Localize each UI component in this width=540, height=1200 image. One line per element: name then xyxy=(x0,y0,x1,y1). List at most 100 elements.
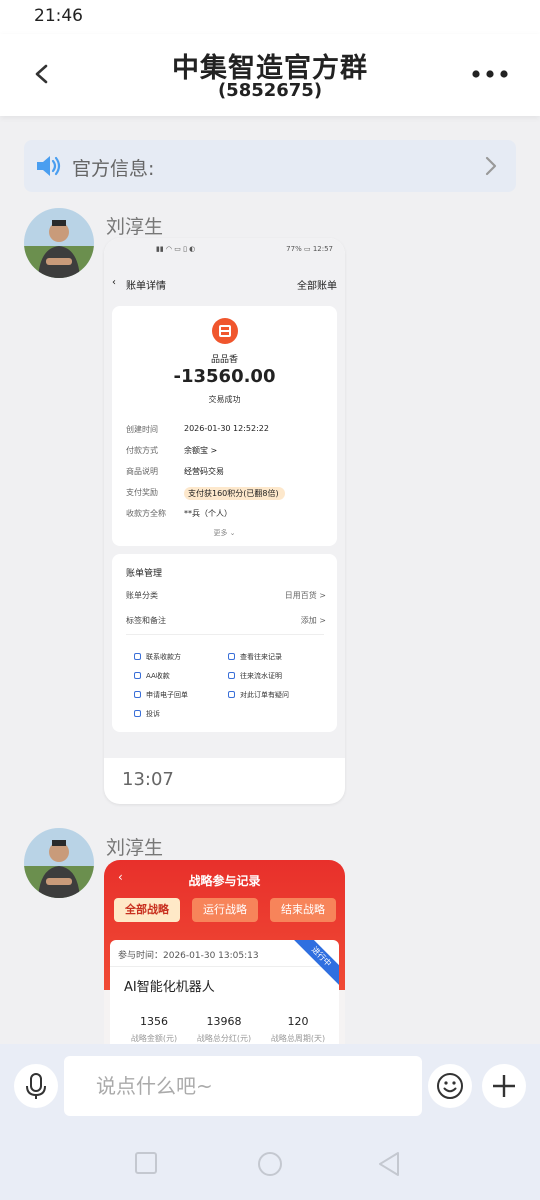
stat-label: 战略金额(元) xyxy=(130,1034,178,1043)
merchant-logo-icon xyxy=(212,318,238,344)
strategy-title: 战略参与记录 xyxy=(188,874,261,888)
row-label: 商品说明 xyxy=(126,467,158,476)
strategy-screenshot[interactable]: ‹ 战略参与记录 全部战略 运行战略 结束战略 参与时间：2026-01-30 … xyxy=(104,860,345,1050)
avatar[interactable] xyxy=(24,828,94,898)
status-bar: 21:46 xyxy=(0,0,540,34)
action-item: 查看往来记录 xyxy=(228,652,282,662)
message-input[interactable] xyxy=(64,1056,422,1116)
voice-button[interactable] xyxy=(14,1064,58,1108)
stat-label: 战略总周期(天) xyxy=(270,1034,326,1043)
plus-icon xyxy=(493,1075,515,1097)
avatar[interactable] xyxy=(24,208,94,278)
smiley-icon xyxy=(437,1073,463,1099)
message-time: 13:07 xyxy=(122,769,174,790)
row-value: 添加 > xyxy=(300,616,326,625)
chevron-right-icon xyxy=(484,154,498,182)
tab-all: 全部战略 xyxy=(114,898,180,922)
screenshot-time: 12:57 xyxy=(312,245,333,253)
manage-title: 账单管理 xyxy=(126,569,163,579)
action-label: 查看往来记录 xyxy=(240,653,282,661)
action-item: 联系收款方 xyxy=(134,652,181,662)
payment-screenshot[interactable]: ▮▮ ◠ ▭ ▯ ◐ 77% ▭ 12:57 ‹ 账单详情 全部账单 品品香 -… xyxy=(104,238,345,758)
divider xyxy=(110,966,339,967)
row-value: 2026-01-30 12:52:22 xyxy=(184,424,269,433)
stat-value: 120 xyxy=(287,1015,309,1028)
more-dots-icon xyxy=(472,70,508,78)
action-label: 申请电子回单 xyxy=(146,691,188,699)
microphone-icon xyxy=(26,1073,46,1099)
bill-amount: -13560.00 xyxy=(173,366,276,387)
official-notice-bar[interactable]: 官方信息: xyxy=(24,140,516,192)
add-button[interactable] xyxy=(482,1064,526,1108)
bill-row: 付款方式 余额宝 > xyxy=(126,445,217,456)
bill-status: 交易成功 xyxy=(208,395,241,404)
tab-ended: 结束战略 xyxy=(270,898,336,922)
manage-row: 账单分类 日用百货 > xyxy=(126,590,326,601)
action-label: 联系收款方 xyxy=(146,653,181,661)
chat-header: 中集智造官方群 (5852675) xyxy=(0,34,540,116)
more-button[interactable] xyxy=(468,62,512,86)
row-label: 账单分类 xyxy=(126,591,158,600)
bill-row: 收款方全称 **兵（个人） xyxy=(126,508,232,519)
divider xyxy=(126,634,324,635)
home-button[interactable] xyxy=(256,1150,284,1182)
notice-label: 官方信息: xyxy=(72,158,155,180)
group-id: (5852675) xyxy=(217,80,323,101)
chevron-left-icon: ‹ xyxy=(112,277,116,288)
row-label: 标签和备注 xyxy=(126,616,166,625)
action-label: 投诉 xyxy=(146,710,160,718)
manage-row: 标签和备注 添加 > xyxy=(126,615,326,626)
bill-detail-title: 账单详情 xyxy=(126,281,166,292)
sender-name: 刘淳生 xyxy=(106,837,164,859)
screenshot-battery: 77% xyxy=(286,245,302,253)
row-label: 收款方全称 xyxy=(126,509,166,518)
status-time: 21:46 xyxy=(34,6,83,26)
message-bubble[interactable]: ▮▮ ◠ ▭ ▯ ◐ 77% ▭ 12:57 ‹ 账单详情 全部账单 品品香 -… xyxy=(104,238,345,804)
row-label: 付款方式 xyxy=(126,446,158,455)
product-name: AI智能化机器人 xyxy=(124,980,215,995)
avatar-photo xyxy=(24,208,94,278)
action-item: AA收款 xyxy=(134,671,170,681)
strategy-card: 参与时间：2026-01-30 13:05:13 进行中 AI智能化机器人 13… xyxy=(110,940,339,1050)
square-icon xyxy=(135,1152,157,1174)
back-nav-button[interactable] xyxy=(376,1150,402,1182)
action-label: AA收款 xyxy=(146,672,170,680)
action-item: 申请电子回单 xyxy=(134,690,188,700)
emoji-button[interactable] xyxy=(428,1064,472,1108)
action-item: 对此订单有疑问 xyxy=(228,690,289,700)
action-label: 对此订单有疑问 xyxy=(240,691,289,699)
triangle-back-icon xyxy=(379,1152,399,1176)
stat-label: 战略总分红(元) xyxy=(196,1034,252,1043)
stat-value: 13968 xyxy=(206,1015,242,1028)
more-link: 更多 ⌄ xyxy=(213,529,236,537)
bill-manage-card: 账单管理 账单分类 日用百货 > 标签和备注 添加 > 联系收款方 查看往来记录… xyxy=(112,554,337,732)
merchant-name: 品品香 xyxy=(210,355,238,365)
sender-name: 刘淳生 xyxy=(106,216,164,238)
row-value: 余额宝 > xyxy=(184,446,218,455)
tab-running: 运行战略 xyxy=(192,898,258,922)
row-label: 创建时间 xyxy=(126,425,158,434)
signal-icons: ▮▮ ◠ ▭ ▯ ◐ xyxy=(156,245,196,253)
bill-row: 支付奖励 支付获160积分(已翻8倍) xyxy=(126,487,285,500)
bill-row: 商品说明 经营码交易 xyxy=(126,466,224,477)
row-label: 支付奖励 xyxy=(126,488,158,497)
system-nav-bar xyxy=(0,1128,540,1200)
bill-summary-card: 品品香 -13560.00 交易成功 创建时间 2026-01-30 12:52… xyxy=(112,306,337,546)
action-item: 投诉 xyxy=(134,709,160,719)
stat-value: 1356 xyxy=(140,1015,168,1028)
screenshot-nav: ‹ 账单详情 全部账单 xyxy=(104,272,345,296)
input-bar xyxy=(0,1044,540,1128)
screenshot-status-bar: ▮▮ ◠ ▭ ▯ ◐ 77% ▭ 12:57 xyxy=(156,245,333,253)
avatar-photo xyxy=(24,828,94,898)
all-bills-link: 全部账单 xyxy=(297,281,337,292)
reward-badge: 支付获160积分(已翻8倍) xyxy=(184,487,285,500)
row-value: **兵（个人） xyxy=(184,509,232,518)
row-value: 经营码交易 xyxy=(184,467,224,476)
more-label: 更多 xyxy=(213,529,228,537)
action-item: 往来流水证明 xyxy=(228,671,282,681)
circle-icon xyxy=(258,1152,282,1176)
action-label: 往来流水证明 xyxy=(240,672,282,680)
bill-row: 创建时间 2026-01-30 12:52:22 xyxy=(126,424,269,435)
recents-button[interactable] xyxy=(134,1150,158,1180)
row-value: 日用百货 > xyxy=(284,591,326,600)
